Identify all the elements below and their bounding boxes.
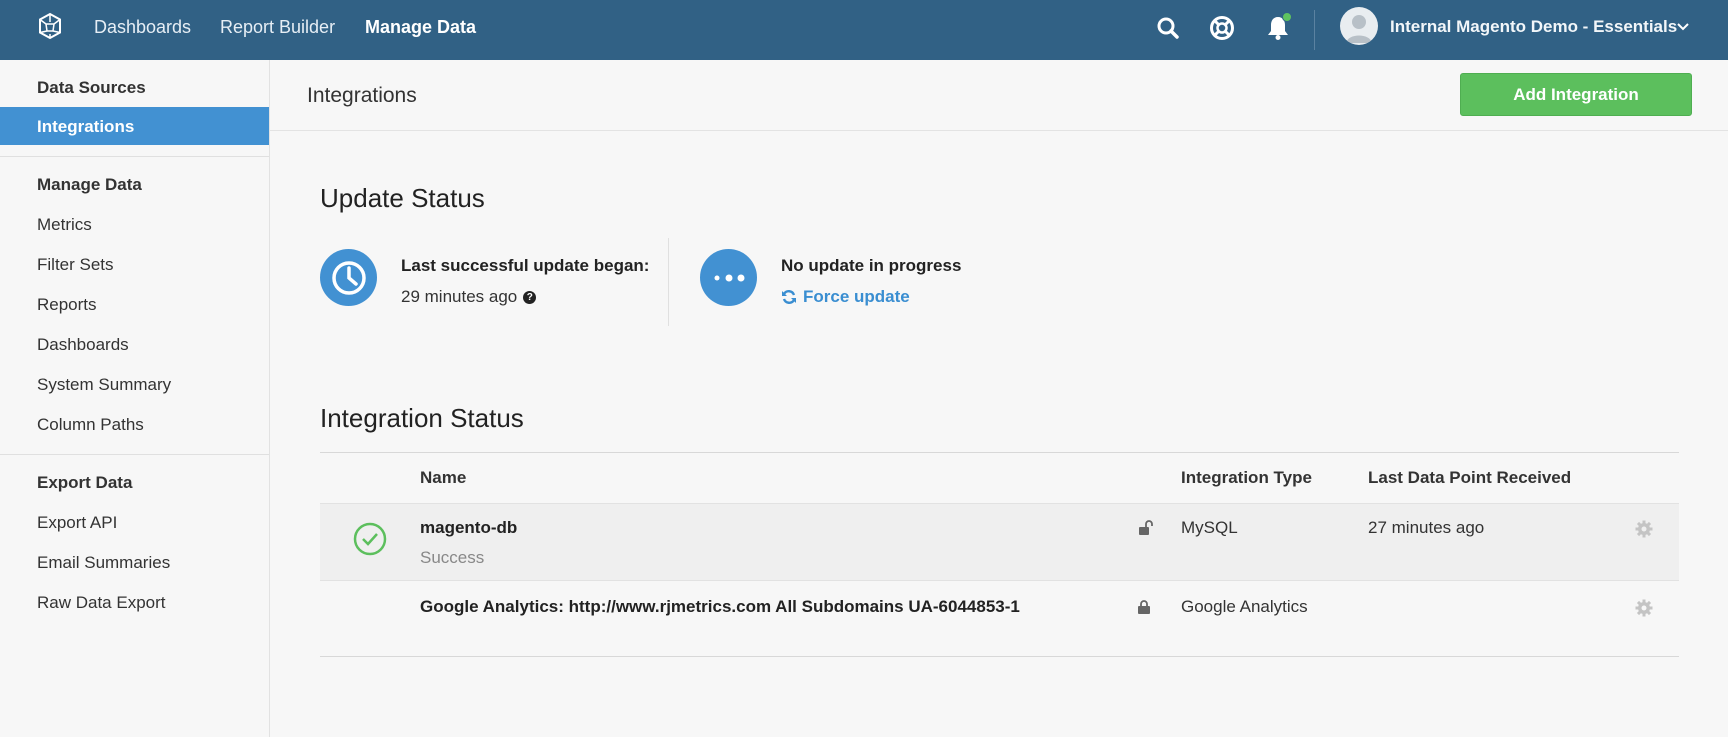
integration-type: Google Analytics: [1181, 597, 1308, 616]
last-data-point: 27 minutes ago: [1368, 518, 1485, 537]
nav-report-builder[interactable]: Report Builder: [220, 17, 335, 38]
integration-name[interactable]: Google Analytics: http://www.rjmetrics.c…: [420, 597, 1020, 617]
lock-icon[interactable]: [1136, 599, 1152, 615]
column-header-name: Name: [420, 468, 467, 487]
clock-icon: [320, 249, 377, 306]
help-lifebuoy-icon[interactable]: [1208, 14, 1236, 42]
sidebar-item-column-paths[interactable]: Column Paths: [37, 415, 144, 435]
sidebar: Data Sources Integrations Manage Data Me…: [0, 60, 270, 737]
add-integration-button[interactable]: Add Integration: [1460, 73, 1692, 116]
logo-icon[interactable]: [36, 12, 64, 40]
table-row[interactable]: [320, 503, 1679, 581]
last-update-label: Last successful update began:: [401, 256, 650, 275]
gear-icon[interactable]: [1635, 599, 1653, 617]
notifications-bell-icon[interactable]: [1264, 12, 1292, 42]
sidebar-item-filter-sets[interactable]: Filter Sets: [37, 255, 114, 275]
table-top-border: [320, 452, 1679, 453]
question-icon[interactable]: ?: [523, 290, 537, 304]
table-row[interactable]: [320, 582, 1679, 656]
force-update-link[interactable]: Force update: [781, 287, 910, 307]
sidebar-item-system-summary[interactable]: System Summary: [37, 375, 171, 395]
sidebar-heading-export-data: Export Data: [37, 473, 133, 492]
ellipsis-icon: [700, 249, 757, 306]
table-bottom-border: [320, 656, 1679, 657]
force-update-label: Force update: [803, 287, 910, 306]
topbar-divider: [1314, 10, 1315, 50]
refresh-icon: [782, 290, 796, 304]
page-header: Integrations Add Integration: [270, 60, 1728, 131]
search-icon[interactable]: [1154, 14, 1182, 42]
column-header-integration-type: Integration Type: [1181, 468, 1312, 487]
integration-type: MySQL: [1181, 518, 1238, 537]
progress-label: No update in progress: [781, 256, 962, 275]
status-divider: [668, 238, 669, 326]
sidebar-divider: [0, 156, 269, 157]
sidebar-item-dashboards[interactable]: Dashboards: [37, 335, 129, 355]
column-header-last-data-point: Last Data Point Received: [1368, 468, 1572, 487]
sidebar-item-export-api[interactable]: Export API: [37, 513, 117, 533]
page-title: Integrations: [307, 84, 417, 107]
account-name[interactable]: Internal Magento Demo - Essentials: [1390, 17, 1677, 37]
sidebar-item-metrics[interactable]: Metrics: [37, 215, 92, 235]
integration-status: Success: [420, 548, 485, 567]
avatar[interactable]: [1340, 7, 1378, 45]
sidebar-item-reports[interactable]: Reports: [37, 295, 97, 315]
chevron-down-icon[interactable]: [1676, 20, 1690, 34]
sidebar-item-integrations[interactable]: Integrations: [0, 107, 269, 145]
sidebar-heading-manage-data: Manage Data: [37, 175, 142, 194]
sidebar-divider: [0, 454, 269, 455]
integration-name[interactable]: magento-db: [420, 518, 517, 538]
gear-icon[interactable]: [1635, 520, 1653, 538]
sidebar-item-raw-data-export[interactable]: Raw Data Export: [37, 593, 166, 613]
top-navigation-bar: Dashboards Report Builder Manage Data In…: [0, 0, 1728, 60]
nav-manage-data[interactable]: Manage Data: [365, 17, 476, 38]
sidebar-item-label: Integrations: [37, 117, 135, 136]
update-status-title: Update Status: [320, 183, 485, 213]
last-update-value: 29 minutes ago ?: [401, 287, 537, 307]
notification-indicator: [1282, 12, 1292, 22]
integration-status-title: Integration Status: [320, 403, 524, 433]
sidebar-item-email-summaries[interactable]: Email Summaries: [37, 553, 170, 573]
nav-dashboards[interactable]: Dashboards: [94, 17, 191, 38]
sidebar-heading-data-sources: Data Sources: [37, 78, 146, 97]
unlock-icon[interactable]: [1138, 520, 1154, 536]
last-update-time: 29 minutes ago: [401, 287, 518, 306]
check-circle-icon: [353, 522, 387, 556]
